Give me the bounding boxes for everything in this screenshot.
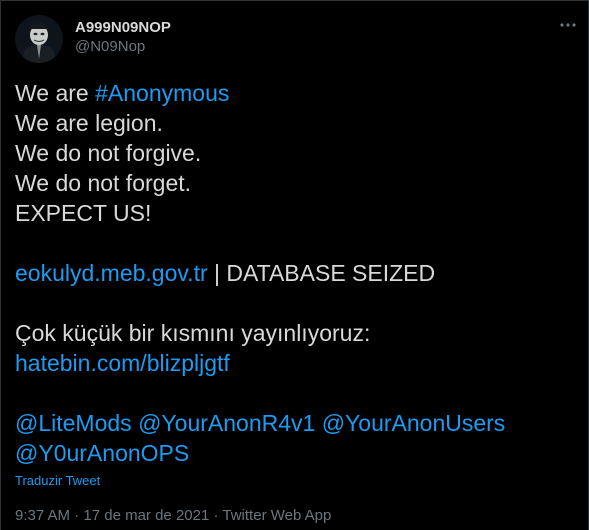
separator: ·: [209, 507, 223, 524]
more-options-button[interactable]: [558, 15, 578, 35]
tweet-line: Çok küçük bir kısmını yayınlıyoruz:: [15, 320, 371, 346]
tweet-line: We are #Anonymous: [15, 78, 575, 108]
ellipsis-icon: [560, 23, 576, 27]
url-link[interactable]: hatebin.com/blizpljgtf: [15, 350, 230, 376]
tweet-card: A999N09NOP @N09Nop We are #Anonymous We …: [0, 0, 589, 530]
anonymous-mask-icon: [15, 15, 63, 63]
tweet-line: We do not forgive.: [15, 140, 202, 166]
mention-link[interactable]: @YourAnonUsers: [322, 410, 506, 436]
hashtag-link[interactable]: #Anonymous: [95, 80, 229, 106]
tweet-metadata: 9:37 AM · 17 de mar de 2021 · Twitter We…: [15, 507, 331, 524]
mention-link[interactable]: @Y0urAnonOPS: [15, 440, 189, 466]
tweet-text: We are #Anonymous We are legion. We do n…: [15, 78, 575, 468]
tweet-line: eokulyd.meb.gov.tr | DATABASE SEIZED: [15, 258, 575, 288]
mention-link[interactable]: @YourAnonR4v1: [138, 410, 315, 436]
separator: ·: [70, 507, 84, 524]
translate-tweet-link[interactable]: Traduzir Tweet: [15, 473, 100, 488]
text-segment: We are: [15, 80, 96, 106]
tweet-line: We are legion.: [15, 110, 163, 136]
timestamp-link[interactable]: 9:37 AM · 17 de mar de 2021: [15, 507, 209, 524]
display-name[interactable]: A999N09NOP: [75, 19, 171, 37]
avatar[interactable]: [15, 15, 63, 63]
tweet-line: EXPECT US!: [15, 200, 152, 226]
mentions-line: @Y0urAnonOPS: [15, 438, 575, 468]
tweet-time: 9:37 AM: [15, 507, 71, 524]
text-segment: | DATABASE SEIZED: [207, 260, 436, 286]
url-link[interactable]: eokulyd.meb.gov.tr: [15, 260, 208, 286]
tweet-line: We do not forget.: [15, 170, 192, 196]
source-link[interactable]: Twitter Web App: [222, 507, 331, 524]
tweet-line: hatebin.com/blizpljgtf: [15, 348, 575, 378]
tweet-date: 17 de mar de 2021: [83, 507, 210, 524]
mention-link[interactable]: @LiteMods: [15, 410, 132, 436]
mentions-line: @LiteMods @YourAnonR4v1 @YourAnonUsers: [15, 408, 575, 438]
user-handle[interactable]: @N09Nop: [75, 38, 171, 56]
author-block: A999N09NOP @N09Nop: [75, 19, 171, 56]
